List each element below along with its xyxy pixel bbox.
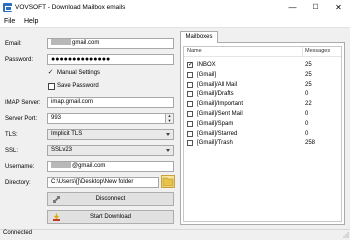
mailbox-message-count: 0 (305, 130, 309, 137)
mailbox-message-count: 25 (305, 62, 312, 68)
start-download-label: Start Download (89, 214, 132, 220)
mailbox-name: [Gmail]/Trash (197, 140, 233, 147)
column-header-name[interactable]: Name (187, 48, 202, 54)
list-item[interactable]: [Gmail]/Important 22 (184, 100, 341, 108)
mailbox-checkbox[interactable] (187, 140, 193, 147)
password-field[interactable]: ●●●●●●●●●●●●●● (47, 54, 174, 65)
list-item[interactable]: [Gmail]/Trash 258 (184, 139, 341, 147)
chevron-down-icon (166, 133, 170, 136)
mailbox-message-count: 0 (305, 91, 309, 98)
directory-label: Directory: (5, 180, 31, 186)
list-item[interactable]: [Gmail] 25 (184, 71, 341, 79)
ssl-dropdown[interactable]: SSLv23 (47, 145, 174, 156)
username-masked-part (51, 162, 71, 169)
mailbox-name: [Gmail]/All Mail (197, 81, 238, 88)
close-button[interactable]: ✕ (327, 0, 350, 16)
disconnect-label: Disconnect (95, 196, 126, 202)
start-download-button[interactable]: Start Download (47, 210, 174, 224)
username-value: @gmail.com (72, 163, 106, 169)
mailbox-name: [Gmail]/Starred (197, 130, 238, 137)
mailbox-checkbox[interactable]: ✓ (187, 62, 193, 68)
ssl-value: SSLv23 (51, 147, 73, 153)
tls-label: TLS: (5, 132, 18, 138)
mailbox-name: [Gmail]/Sent Mail (197, 111, 243, 117)
chevron-down-icon (166, 149, 170, 152)
imap-server-field[interactable]: imap.gmail.com (47, 97, 174, 108)
server-port-value: 993 (51, 115, 62, 121)
checkmark-icon[interactable]: ✓ (47, 69, 54, 76)
mailbox-checkbox[interactable] (187, 81, 193, 88)
menu-file[interactable]: File (4, 18, 15, 25)
status-text: Connected (3, 230, 33, 236)
mailbox-name: [Gmail] (197, 71, 217, 78)
list-item[interactable]: ✓ INBOX 25 (184, 61, 341, 69)
disconnect-icon (53, 196, 60, 203)
mailbox-message-count: 258 (305, 140, 316, 147)
mailbox-checkbox[interactable] (187, 71, 193, 78)
save-password-label[interactable]: Save Password (57, 83, 99, 89)
email-value: gmail.com (72, 40, 100, 46)
mailbox-checkbox[interactable] (187, 91, 193, 98)
column-header-messages[interactable]: Messages (305, 48, 330, 54)
list-item[interactable]: [Gmail]/Starred 0 (184, 130, 341, 138)
mailbox-message-count: 22 (305, 101, 312, 108)
list-item[interactable]: [Gmail]/All Mail 25 (184, 81, 341, 89)
mailbox-name: [Gmail]/Important (197, 101, 244, 108)
tls-value: Implicit TLS (51, 131, 83, 137)
download-icon (53, 213, 60, 221)
email-field[interactable]: gmail.com (47, 38, 174, 49)
window-title: VOVSOFT - Download Mailbox emails (15, 4, 126, 11)
app-icon (3, 3, 12, 12)
mailbox-name: [Gmail]/Drafts (197, 91, 234, 98)
email-label: Email: (5, 41, 22, 47)
tab-mailboxes[interactable]: Mailboxes (180, 31, 218, 43)
mailbox-message-count: 25 (305, 81, 312, 88)
ssl-label: SSL: (5, 148, 19, 154)
list-item[interactable]: [Gmail]/Sent Mail 0 (184, 110, 341, 118)
save-password-checkbox[interactable] (48, 83, 55, 90)
minimize-button[interactable]: — (281, 0, 304, 16)
column-separator (302, 47, 303, 57)
manual-settings-label[interactable]: Manual Settings (57, 70, 100, 76)
mailbox-name: INBOX (197, 62, 216, 68)
imap-server-label: IMAP Server: (5, 100, 41, 106)
username-field[interactable]: @gmail.com (47, 161, 174, 172)
mailbox-checkbox[interactable] (187, 130, 193, 137)
mailbox-checkbox[interactable] (187, 101, 193, 108)
menu-bar (0, 16, 350, 28)
list-item[interactable]: [Gmail]/Spam 0 (184, 120, 341, 128)
resize-grip-icon[interactable] (343, 232, 349, 238)
tls-dropdown[interactable]: Implicit TLS (47, 129, 174, 140)
maximize-button[interactable]: ☐ (304, 0, 327, 16)
mailbox-message-count: 0 (305, 120, 309, 127)
mailbox-message-count: 0 (305, 111, 309, 117)
server-port-field[interactable]: 993 ▲ ▼ (47, 113, 174, 124)
status-bar (0, 229, 350, 239)
port-spinner[interactable]: ▲ ▼ (165, 114, 173, 123)
folder-icon[interactable] (161, 175, 175, 188)
menu-help[interactable]: Help (24, 18, 38, 25)
directory-field[interactable]: C:\Users\[]\Desktop\New folder (47, 177, 159, 188)
disconnect-button[interactable]: Disconnect (47, 192, 174, 206)
mailbox-message-count: 25 (305, 71, 312, 78)
mailbox-name: [Gmail]/Spam (197, 120, 234, 127)
email-masked-part (51, 39, 71, 46)
list-item[interactable]: [Gmail]/Drafts 0 (184, 90, 341, 98)
server-port-label: Server Port: (5, 116, 38, 122)
mailbox-checkbox[interactable] (187, 111, 193, 117)
password-label: Password: (5, 57, 34, 63)
username-label: Username: (5, 164, 35, 170)
mailbox-checkbox[interactable] (187, 120, 193, 127)
